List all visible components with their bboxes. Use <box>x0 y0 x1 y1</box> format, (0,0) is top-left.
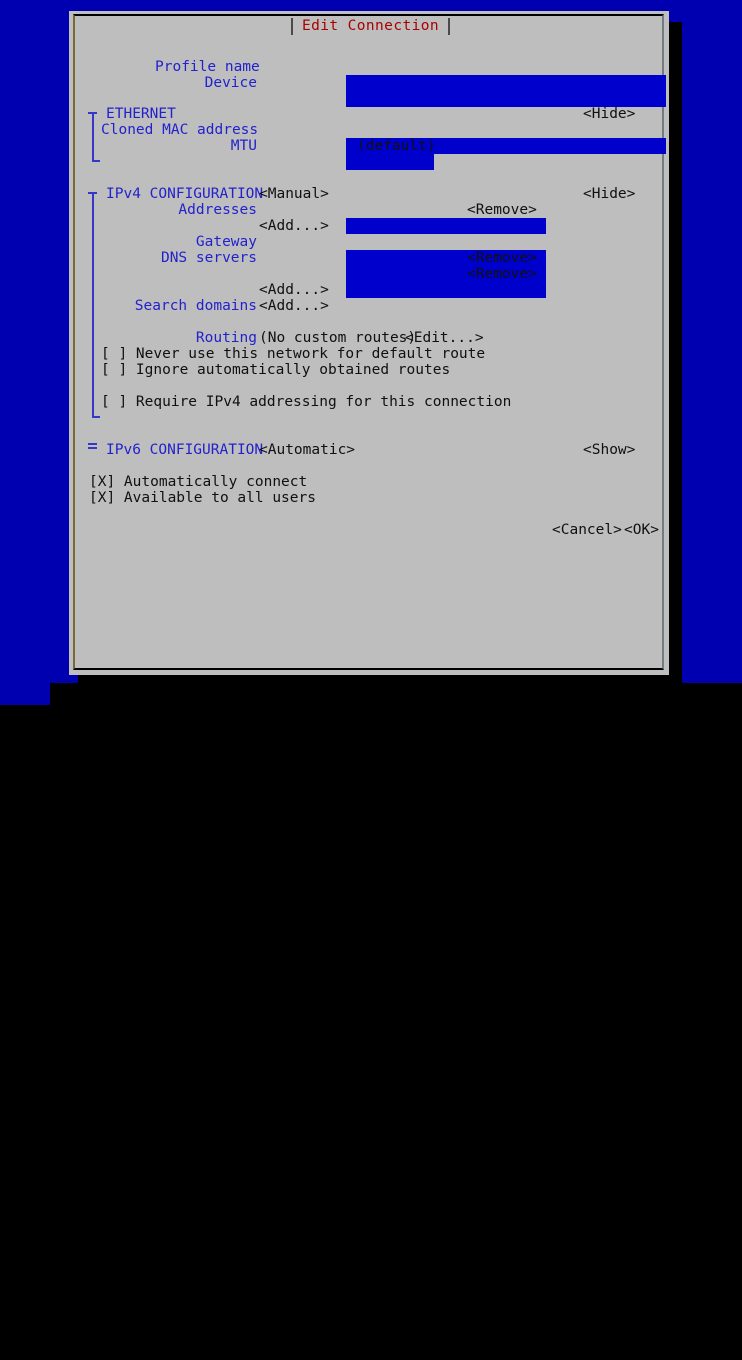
cloned-mac-label: Cloned MAC address <box>101 122 259 138</box>
ipv6-section-label: IPv6 CONFIGURATION <box>106 442 264 458</box>
dns-remove-button-1[interactable]: <Remove> <box>467 266 537 282</box>
ipv6-mode-select[interactable]: <Automatic> <box>259 442 355 458</box>
dns-remove-button-0[interactable]: <Remove> <box>467 250 537 266</box>
address-remove-button-0[interactable]: <Remove> <box>467 202 537 218</box>
checkbox-never-default-route[interactable]: [ ] Never use this network for default r… <box>101 346 485 362</box>
search-domains-add-button[interactable]: <Add...> <box>259 298 329 314</box>
ipv4-mode-select[interactable]: <Manual> <box>259 186 329 202</box>
edit-connection-dialog: Edit Connection Profile name Wired conne… <box>69 11 669 675</box>
ok-button[interactable]: <OK> <box>624 522 659 538</box>
ipv4-tree-line <box>92 194 94 416</box>
routing-value: (No custom routes) <box>259 330 417 346</box>
terminal-bottom-left-strip <box>0 683 50 705</box>
ipv6-tree-marker-top <box>88 443 97 445</box>
ipv4-section-label: IPv4 CONFIGURATION <box>106 186 264 202</box>
terminal-screen: Edit Connection Profile name Wired conne… <box>0 0 742 705</box>
search-domains-label: Search domains <box>134 298 257 314</box>
dns-add-button[interactable]: <Add...> <box>259 282 329 298</box>
dialog-frame: Edit Connection Profile name Wired conne… <box>73 14 667 672</box>
dialog-content: Profile name Wired connection 1 Device 0… <box>75 16 667 672</box>
cancel-button[interactable]: <Cancel> <box>552 522 622 538</box>
profile-name-label: Profile name <box>155 59 260 75</box>
ipv6-show-button[interactable]: <Show> <box>583 442 635 458</box>
mtu-default-hint: (default) <box>357 138 436 154</box>
addresses-label: Addresses <box>178 202 257 218</box>
routing-edit-button[interactable]: <Edit...> <box>405 330 484 346</box>
device-label: Device <box>204 75 257 91</box>
routing-label: Routing <box>195 330 257 346</box>
checkbox-require-ipv4[interactable]: [ ] Require IPv4 addressing for this con… <box>101 394 511 410</box>
ethernet-tree-foot <box>92 160 100 162</box>
ipv6-tree-marker-bottom <box>88 447 97 449</box>
ipv4-tree-foot <box>92 416 100 418</box>
ethernet-tree-line <box>92 114 94 160</box>
checkbox-automatically-connect[interactable]: [X] Automatically connect <box>89 474 307 490</box>
mtu-label: MTU <box>230 138 257 154</box>
ethernet-hide-button[interactable]: <Hide> <box>583 106 635 122</box>
checkbox-ignore-auto-routes[interactable]: [ ] Ignore automatically obtained routes <box>101 362 450 378</box>
gateway-label: Gateway <box>195 234 257 250</box>
ipv4-hide-button[interactable]: <Hide> <box>583 186 635 202</box>
ethernet-section-label: ETHERNET <box>106 106 176 122</box>
addresses-add-button[interactable]: <Add...> <box>259 218 329 234</box>
checkbox-available-all-users[interactable]: [X] Available to all users <box>89 490 316 506</box>
dns-servers-label: DNS servers <box>160 250 257 266</box>
